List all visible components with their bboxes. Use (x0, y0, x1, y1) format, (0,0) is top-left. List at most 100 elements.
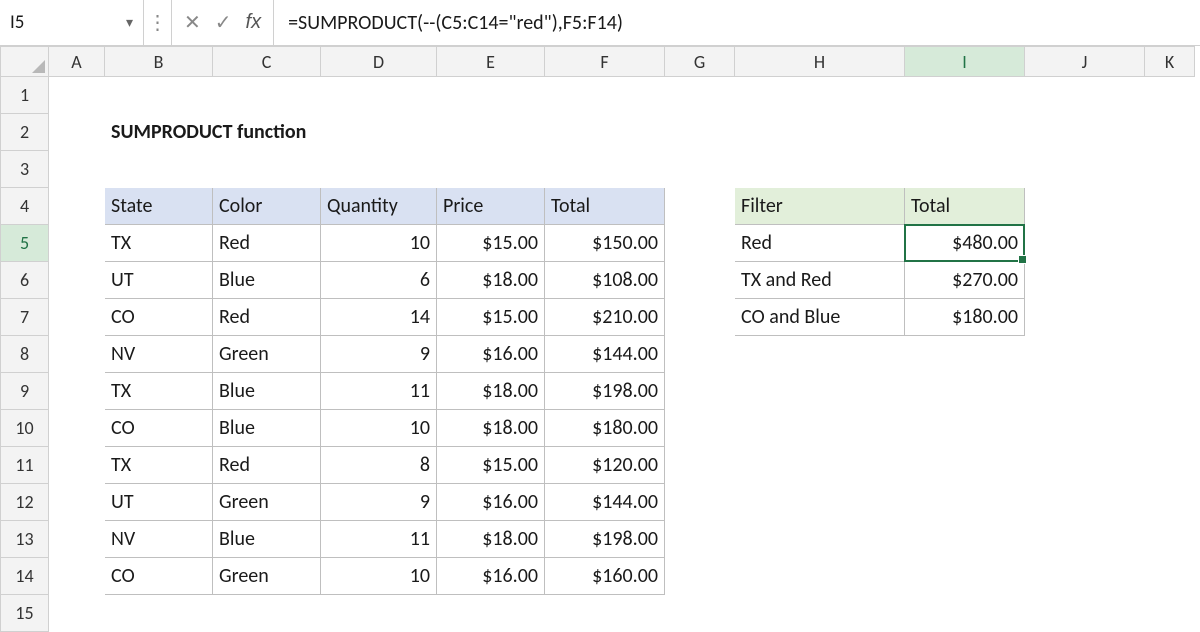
cell-H9[interactable] (735, 373, 905, 410)
cell-I13[interactable] (905, 521, 1025, 558)
cell-B2[interactable]: SUMPRODUCT function (105, 114, 545, 151)
row-header-8[interactable]: 8 (1, 336, 49, 373)
cell-H15[interactable] (735, 595, 905, 632)
cell-H12[interactable] (735, 484, 905, 521)
cancel-icon[interactable]: ✕ (184, 13, 201, 33)
cell-G8[interactable] (665, 336, 735, 373)
chevron-down-icon[interactable]: ▾ (126, 14, 133, 31)
cell-A6[interactable] (49, 262, 105, 299)
cell-H7[interactable]: CO and Blue (735, 299, 905, 336)
cell-F3[interactable] (545, 151, 665, 188)
name-box[interactable]: I5 ▾ (0, 0, 144, 45)
cell-J1[interactable] (1025, 77, 1145, 114)
cell-C12[interactable]: Green (213, 484, 321, 521)
cell-B14[interactable]: CO (105, 558, 213, 595)
cell-I8[interactable] (905, 336, 1025, 373)
cell-A12[interactable] (49, 484, 105, 521)
cell-B6[interactable]: UT (105, 262, 213, 299)
cell-K11[interactable] (1145, 447, 1195, 484)
fx-icon[interactable]: fx (246, 11, 262, 34)
cell-F7[interactable]: $210.00 (545, 299, 665, 336)
cell-C1[interactable] (213, 77, 321, 114)
cell-E12[interactable]: $16.00 (437, 484, 545, 521)
cell-J2[interactable] (1025, 114, 1145, 151)
cell-C6[interactable]: Blue (213, 262, 321, 299)
column-header-K[interactable]: K (1145, 47, 1195, 77)
cell-C14[interactable]: Green (213, 558, 321, 595)
column-header-D[interactable]: D (321, 47, 437, 77)
column-header-E[interactable]: E (437, 47, 545, 77)
cell-H6[interactable]: TX and Red (735, 262, 905, 299)
row-header-1[interactable]: 1 (1, 77, 49, 114)
cell-D14[interactable]: 10 (321, 558, 437, 595)
cell-E15[interactable] (437, 595, 545, 632)
cell-E13[interactable]: $18.00 (437, 521, 545, 558)
cell-K13[interactable] (1145, 521, 1195, 558)
cell-H3[interactable] (735, 151, 905, 188)
cell-A5[interactable] (49, 225, 105, 262)
cell-J15[interactable] (1025, 595, 1145, 632)
cell-D5[interactable]: 10 (321, 225, 437, 262)
cell-B15[interactable] (105, 595, 213, 632)
cell-D15[interactable] (321, 595, 437, 632)
cell-K7[interactable] (1145, 299, 1195, 336)
cell-I15[interactable] (905, 595, 1025, 632)
cell-J7[interactable] (1025, 299, 1145, 336)
cell-G15[interactable] (665, 595, 735, 632)
formula-input[interactable]: =SUMPRODUCT(--(C5:C14="red"),F5:F14) (274, 0, 1200, 45)
cell-A13[interactable] (49, 521, 105, 558)
row-header-4[interactable]: 4 (1, 188, 49, 225)
cell-C8[interactable]: Green (213, 336, 321, 373)
cell-H13[interactable] (735, 521, 905, 558)
cell-I9[interactable] (905, 373, 1025, 410)
cell-G6[interactable] (665, 262, 735, 299)
cell-G13[interactable] (665, 521, 735, 558)
column-header-B[interactable]: B (105, 47, 213, 77)
cell-B4[interactable]: State (105, 188, 213, 225)
cell-D10[interactable]: 10 (321, 410, 437, 447)
row-header-13[interactable]: 13 (1, 521, 49, 558)
cell-B7[interactable]: CO (105, 299, 213, 336)
cell-C5[interactable]: Red (213, 225, 321, 262)
column-header-A[interactable]: A (49, 47, 105, 77)
cell-C15[interactable] (213, 595, 321, 632)
cell-A8[interactable] (49, 336, 105, 373)
row-header-14[interactable]: 14 (1, 558, 49, 595)
cell-G14[interactable] (665, 558, 735, 595)
column-header-H[interactable]: H (735, 47, 905, 77)
cell-B9[interactable]: TX (105, 373, 213, 410)
cell-E7[interactable]: $15.00 (437, 299, 545, 336)
cell-J9[interactable] (1025, 373, 1145, 410)
cell-J4[interactable] (1025, 188, 1145, 225)
cell-G12[interactable] (665, 484, 735, 521)
column-header-G[interactable]: G (665, 47, 735, 77)
cell-D8[interactable]: 9 (321, 336, 437, 373)
cell-H11[interactable] (735, 447, 905, 484)
cell-B11[interactable]: TX (105, 447, 213, 484)
column-header-I[interactable]: I (905, 47, 1025, 77)
column-header-J[interactable]: J (1025, 47, 1145, 77)
cell-C13[interactable]: Blue (213, 521, 321, 558)
cell-H1[interactable] (735, 77, 905, 114)
cell-A2[interactable] (49, 114, 105, 151)
cell-F4[interactable]: Total (545, 188, 665, 225)
cell-J6[interactable] (1025, 262, 1145, 299)
cell-I11[interactable] (905, 447, 1025, 484)
cell-E1[interactable] (437, 77, 545, 114)
cell-A1[interactable] (49, 77, 105, 114)
cell-E14[interactable]: $16.00 (437, 558, 545, 595)
cell-H8[interactable] (735, 336, 905, 373)
cell-J14[interactable] (1025, 558, 1145, 595)
cell-J11[interactable] (1025, 447, 1145, 484)
cell-F2[interactable] (545, 114, 665, 151)
cell-E4[interactable]: Price (437, 188, 545, 225)
cell-E3[interactable] (437, 151, 545, 188)
cell-D11[interactable]: 8 (321, 447, 437, 484)
cell-I10[interactable] (905, 410, 1025, 447)
cell-K15[interactable] (1145, 595, 1195, 632)
cell-C3[interactable] (213, 151, 321, 188)
row-header-3[interactable]: 3 (1, 151, 49, 188)
cell-I7[interactable]: $180.00 (905, 299, 1025, 336)
row-header-7[interactable]: 7 (1, 299, 49, 336)
cell-E11[interactable]: $15.00 (437, 447, 545, 484)
